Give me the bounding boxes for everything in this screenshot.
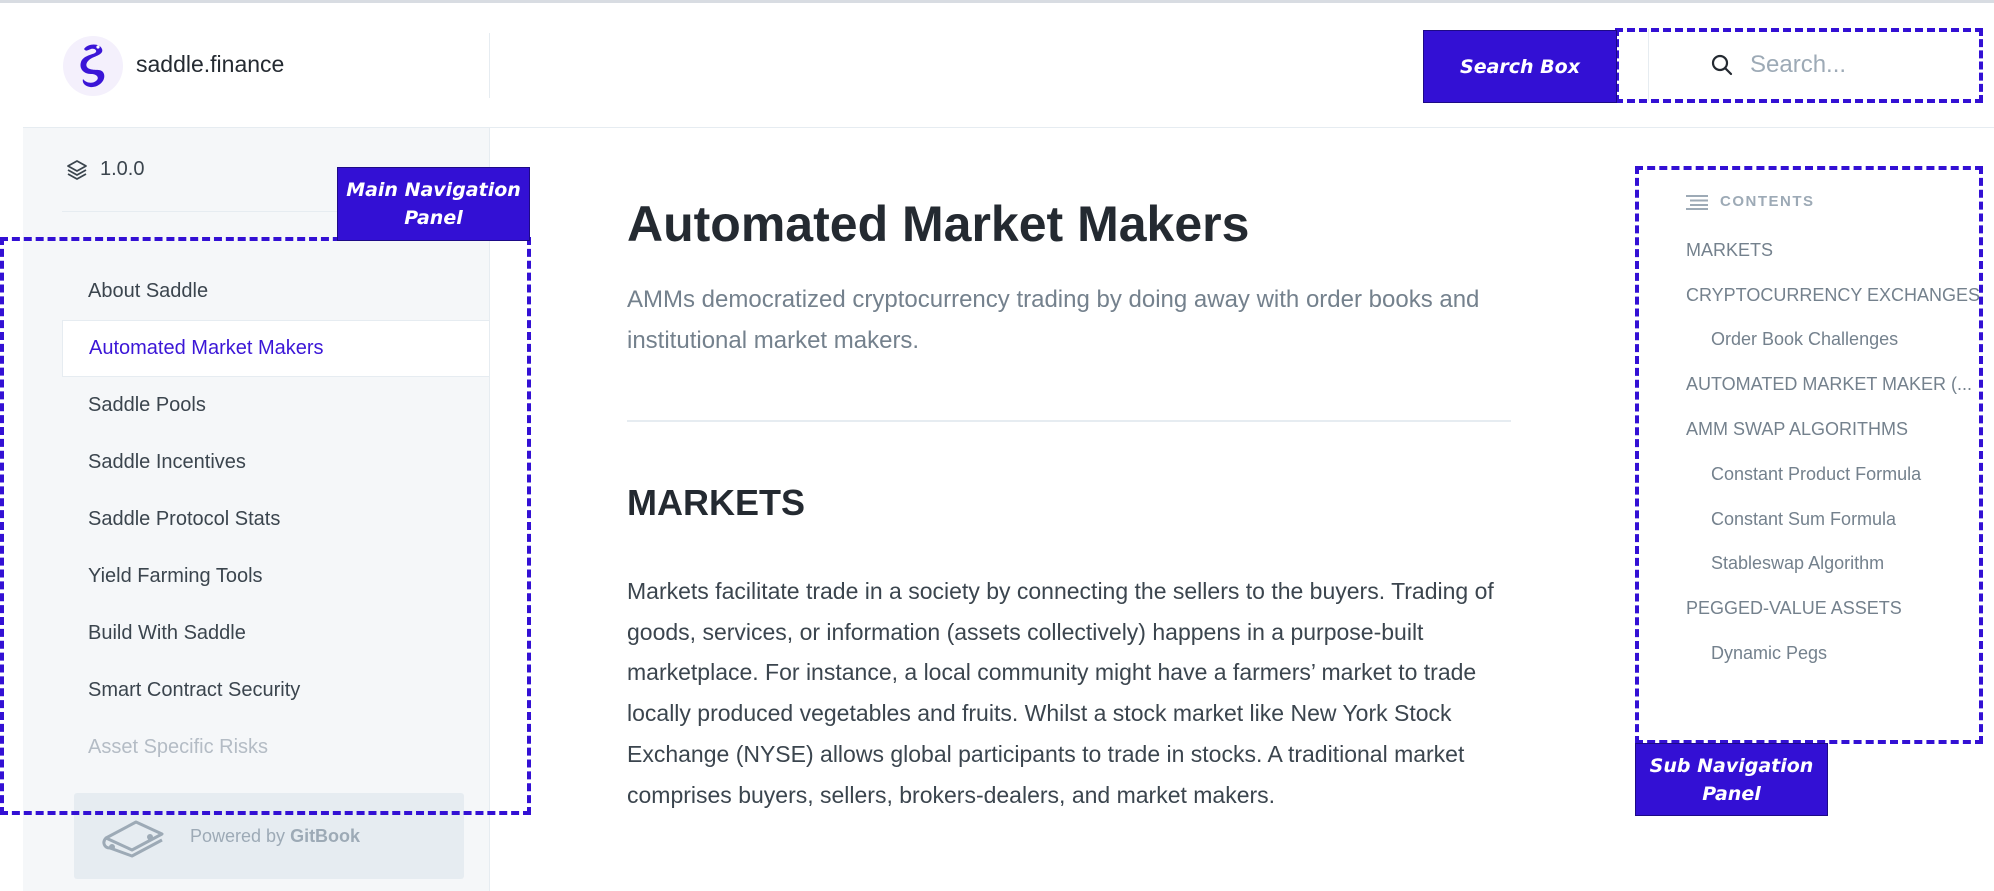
powered-by-text: Powered by GitBook [190, 826, 360, 847]
powered-by-prefix: Powered by [190, 825, 291, 846]
gitbook-brand: GitBook [290, 825, 361, 846]
version-label: 1.0.0 [100, 158, 145, 180]
search-box-annotation-outline [1615, 28, 1983, 103]
sub-navigation-annotation-label: Sub Navigation Panel [1635, 743, 1828, 816]
brand-name[interactable]: saddle.finance [136, 51, 284, 78]
section-heading-markets: MARKETS [627, 482, 805, 523]
page-title: Automated Market Makers [627, 196, 1250, 252]
sub-navigation-annotation-outline [1635, 166, 1983, 744]
page-description: AMMs democratized cryptocurrency trading… [627, 286, 1480, 354]
main-navigation-annotation-label: Main Navigation Panel [337, 167, 530, 241]
gitbook-icon [102, 820, 164, 858]
search-box-annotation-label: Search Box [1423, 30, 1617, 103]
markets-paragraph: Markets facilitate trade in a society by… [627, 578, 1494, 808]
version-selector[interactable]: 1.0.0 [66, 158, 144, 181]
header-divider [489, 33, 490, 98]
layers-icon [67, 159, 87, 180]
title-divider [627, 420, 1511, 422]
main-navigation-annotation-outline [0, 237, 531, 815]
saddle-logo-icon[interactable] [63, 36, 123, 96]
